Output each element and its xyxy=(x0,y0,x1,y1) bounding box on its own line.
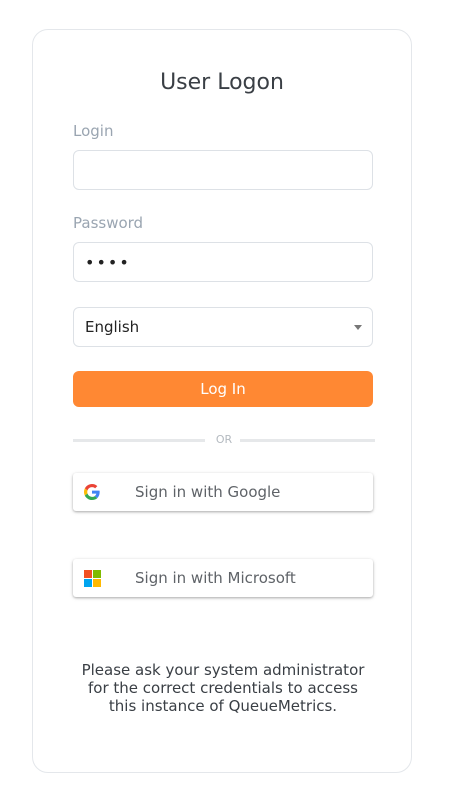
or-divider: OR xyxy=(73,433,375,447)
google-signin-label: Sign in with Google xyxy=(135,483,281,501)
google-icon xyxy=(84,484,100,500)
login-card: User Logon Login Password •••• English L… xyxy=(32,29,412,773)
login-button[interactable]: Log In xyxy=(73,371,373,407)
language-select[interactable]: English xyxy=(73,307,373,347)
login-input[interactable] xyxy=(73,150,373,190)
language-select-value: English xyxy=(85,318,140,336)
divider-line-left xyxy=(73,439,205,442)
password-label: Password xyxy=(73,214,144,232)
password-input-value: •••• xyxy=(85,252,131,272)
chevron-down-icon xyxy=(354,325,362,330)
credentials-notice: Please ask your system administrator for… xyxy=(63,661,383,715)
microsoft-signin-button[interactable]: Sign in with Microsoft xyxy=(73,559,373,597)
google-signin-button[interactable]: Sign in with Google xyxy=(73,473,373,511)
divider-line-right xyxy=(240,439,375,442)
login-label: Login xyxy=(73,122,114,140)
password-input[interactable]: •••• xyxy=(73,242,373,282)
page-title: User Logon xyxy=(160,70,284,95)
notice-line-3: this instance of QueueMetrics. xyxy=(108,697,338,715)
notice-line-2: for the correct credentials to access xyxy=(88,679,358,697)
microsoft-icon xyxy=(84,570,101,587)
microsoft-signin-label: Sign in with Microsoft xyxy=(135,569,296,587)
divider-or-text: OR xyxy=(215,433,233,446)
notice-line-1: Please ask your system administrator xyxy=(81,661,365,679)
